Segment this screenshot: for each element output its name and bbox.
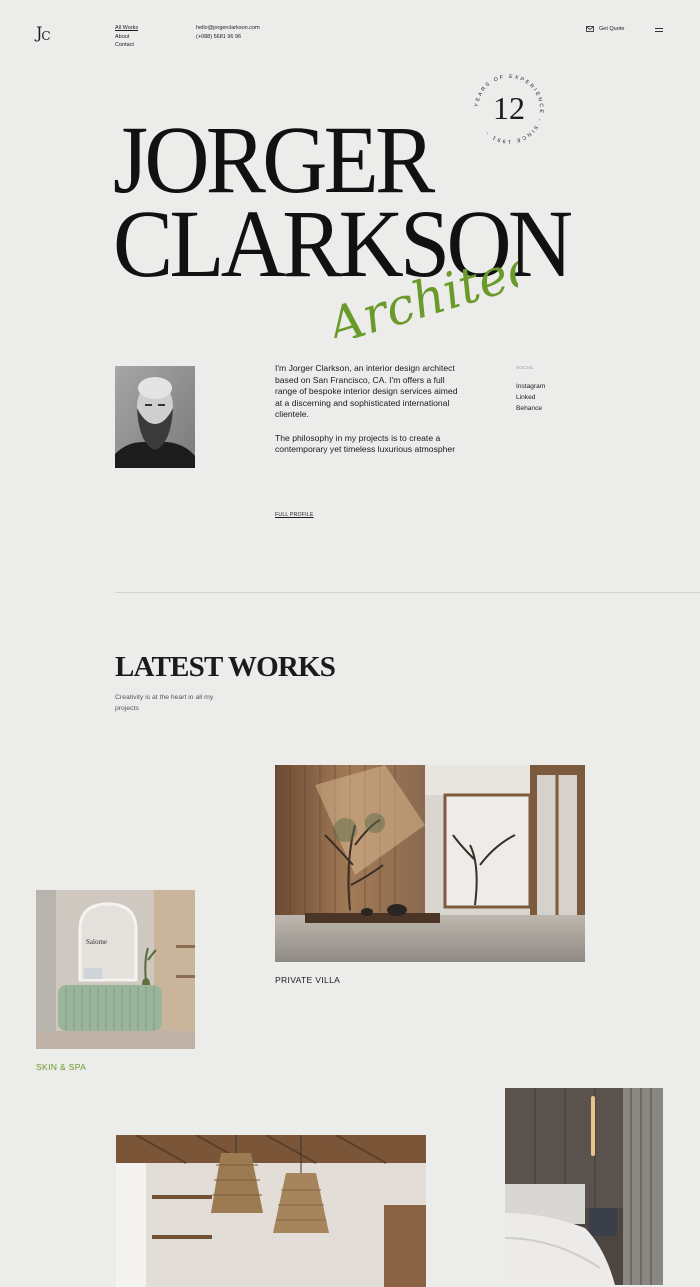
social-heading: SOCIAL — [516, 365, 535, 370]
profile-bio: I'm Jorger Clarkson, an interior design … — [275, 363, 465, 467]
work-image-private-villa[interactable] — [275, 765, 585, 962]
profile-portrait — [115, 366, 195, 468]
latest-works-subtitle: Creativity is at the heart in all my pro… — [115, 694, 214, 712]
section-divider — [115, 592, 700, 593]
architect-script: Architect — [318, 238, 518, 338]
latest-works-title: LATEST WORKS — [115, 651, 336, 683]
bio-paragraph-1: I'm Jorger Clarkson, an interior design … — [275, 363, 458, 420]
social-behance[interactable]: Behance — [516, 404, 545, 415]
social-links: Instagram Linked Behance — [516, 382, 545, 414]
nav-all-works[interactable]: All Works — [115, 24, 138, 33]
work-image-pendant-interior[interactable] — [116, 1135, 426, 1287]
work-image-skin-spa[interactable]: Salome — [36, 890, 195, 1049]
architect-script-text: Architect — [318, 238, 518, 338]
full-profile-link[interactable]: FULL PROFILE — [275, 512, 314, 518]
spa-sign-text: Salome — [86, 938, 107, 946]
social-instagram[interactable]: Instagram — [516, 382, 545, 393]
work-image-bedroom[interactable] — [505, 1088, 663, 1285]
get-quote-button[interactable]: Get Quote — [586, 26, 624, 32]
get-quote-label: Get Quote — [599, 26, 625, 32]
nav-contact[interactable]: Contact — [115, 41, 138, 50]
contact-info: hello@jorgerclarkson.com (+088) 5681 96 … — [196, 24, 260, 41]
bio-paragraph-2: The philosophy in my projects is to crea… — [275, 432, 456, 455]
logo[interactable]: JC — [36, 23, 51, 43]
work-caption-private-villa[interactable]: PRIVATE VILLA — [275, 975, 340, 985]
email-link[interactable]: hello@jorgerclarkson.com — [196, 24, 260, 33]
hamburger-menu-icon[interactable] — [655, 28, 663, 32]
nav-about[interactable]: About — [115, 33, 138, 42]
work-caption-skin-spa[interactable]: SKIN & SPA — [36, 1062, 86, 1072]
main-nav: All Works About Contact — [115, 24, 138, 50]
phone-link[interactable]: (+088) 5681 96 96 — [196, 33, 260, 42]
mail-icon — [586, 26, 594, 32]
social-linked[interactable]: Linked — [516, 393, 545, 404]
